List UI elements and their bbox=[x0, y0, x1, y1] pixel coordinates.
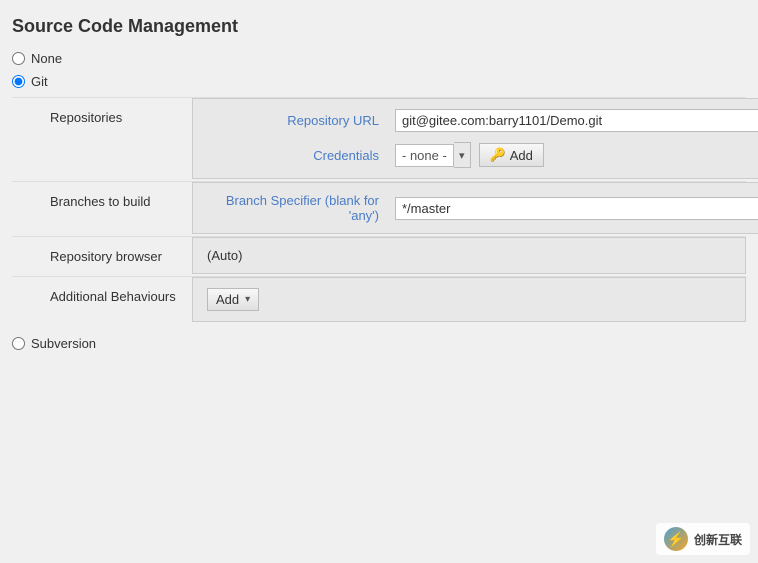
branch-specifier-label: Branch Specifier (blank for 'any') bbox=[207, 193, 387, 223]
key-icon: 🔑 bbox=[490, 147, 506, 163]
branches-content: Branch Specifier (blank for 'any') bbox=[192, 182, 758, 234]
repositories-content: Repository URL Credentials - none - ▾ 🔑 … bbox=[192, 98, 758, 179]
branch-specifier-row: Branch Specifier (blank for 'any') bbox=[207, 193, 758, 223]
git-radio-row: Git bbox=[12, 74, 746, 89]
credentials-dropdown-btn[interactable]: ▾ bbox=[454, 142, 471, 168]
repo-url-row: Repository URL bbox=[207, 109, 758, 132]
credentials-select-wrap: - none - ▾ bbox=[395, 142, 471, 168]
credentials-row: Credentials - none - ▾ 🔑 Add bbox=[207, 142, 758, 168]
add-behaviour-button[interactable]: Add ▾ bbox=[207, 288, 259, 311]
branches-section: Branches to build Branch Specifier (blan… bbox=[12, 181, 746, 236]
dropdown-caret-icon: ▾ bbox=[245, 294, 250, 305]
subversion-radio-row: Subversion bbox=[12, 336, 746, 351]
page: Source Code Management None Git Reposito… bbox=[0, 0, 758, 563]
git-settings: Repositories Repository URL Credentials … bbox=[12, 97, 746, 324]
branch-specifier-input[interactable] bbox=[395, 197, 758, 220]
repositories-label: Repositories bbox=[12, 98, 192, 181]
repo-browser-label: Repository browser bbox=[12, 237, 192, 276]
additional-behaviours-label: Additional Behaviours bbox=[12, 277, 192, 324]
git-label[interactable]: Git bbox=[31, 74, 48, 89]
subversion-radio[interactable] bbox=[12, 337, 25, 350]
none-label[interactable]: None bbox=[31, 51, 62, 66]
watermark: ⚡ 创新互联 bbox=[656, 523, 750, 555]
none-radio-row: None bbox=[12, 51, 746, 66]
repositories-section: Repositories Repository URL Credentials … bbox=[12, 98, 746, 181]
subversion-label[interactable]: Subversion bbox=[31, 336, 96, 351]
repo-browser-section: Repository browser (Auto) bbox=[12, 236, 746, 276]
page-title: Source Code Management bbox=[12, 16, 746, 37]
credentials-select[interactable]: - none - bbox=[395, 144, 454, 167]
credentials-label: Credentials bbox=[207, 148, 387, 163]
additional-behaviours-content: Add ▾ bbox=[192, 277, 746, 322]
repo-browser-content: (Auto) bbox=[192, 237, 746, 274]
none-radio[interactable] bbox=[12, 52, 25, 65]
watermark-icon: ⚡ bbox=[664, 527, 688, 551]
watermark-text: 创新互联 bbox=[694, 531, 742, 548]
repo-url-input[interactable] bbox=[395, 109, 758, 132]
credentials-add-button[interactable]: 🔑 Add bbox=[479, 143, 544, 167]
credentials-add-label: Add bbox=[510, 148, 533, 163]
additional-behaviours-section: Additional Behaviours Add ▾ bbox=[12, 276, 746, 324]
git-radio[interactable] bbox=[12, 75, 25, 88]
repo-browser-value: (Auto) bbox=[207, 248, 731, 263]
repo-url-label: Repository URL bbox=[207, 113, 387, 128]
add-behaviour-label: Add bbox=[216, 292, 239, 307]
branches-label: Branches to build bbox=[12, 182, 192, 236]
